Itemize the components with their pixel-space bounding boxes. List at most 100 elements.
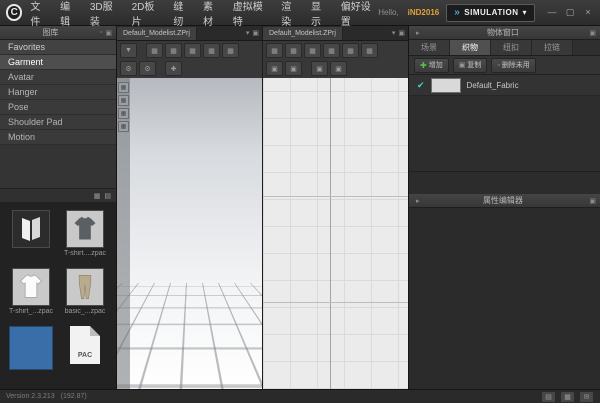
menu-2d-pattern[interactable]: 2D板片 (132, 0, 163, 28)
add-fabric-button[interactable]: ✚ 增加 (414, 58, 449, 73)
menu-avatar[interactable]: 虚拟模特 (233, 0, 270, 28)
select-tool-button[interactable]: ▦ (146, 43, 163, 58)
thumbnail-label: T-shirt_...zpac (9, 308, 53, 316)
pattern-guide-hline (263, 196, 408, 197)
menu-3d-garment[interactable]: 3D服装 (90, 0, 121, 28)
menu-material[interactable]: 素材 (203, 0, 222, 28)
fabric-swatch[interactable] (431, 78, 461, 93)
menu-display[interactable]: 显示 (311, 0, 330, 28)
object-window-header: ▸ 物体窗口 ▣ (409, 26, 600, 40)
object-window-tabs: 场景 织物 纽扣 拉链 (409, 40, 600, 56)
show-garment-button[interactable]: ▦ (118, 95, 129, 106)
menu-bar: 文件 编辑 3D服装 2D板片 缝纫 素材 虚拟模特 渲染 显示 偏好设置 (30, 0, 378, 28)
rectangle-tool-button[interactable]: ▦ (323, 43, 340, 58)
canvas-2d[interactable] (263, 78, 408, 389)
tab-menu-icon[interactable]: ▾ (392, 29, 396, 37)
open-door-icon (12, 210, 50, 248)
menu-sewing[interactable]: 缝纫 (173, 0, 192, 28)
move-tool-button[interactable]: ▦ (165, 43, 182, 58)
sync-button[interactable]: ✚ (165, 61, 182, 76)
tab-menu-icon[interactable]: ▾ (246, 29, 250, 37)
menu-edit[interactable]: 编辑 (60, 0, 79, 28)
library-item-avatar[interactable]: Avatar (0, 70, 116, 85)
tab-zipper[interactable]: 拉链 (532, 40, 573, 55)
gizmo-settings-button[interactable]: ⚙ (120, 61, 137, 76)
pattern-select-button[interactable]: ▦ (266, 43, 283, 58)
close-button[interactable]: × (582, 7, 594, 18)
menu-preferences[interactable]: 偏好设置 (341, 0, 378, 28)
thumbnail-pants[interactable]: basic_...zpac (58, 268, 112, 316)
check-icon[interactable]: ✔ (417, 80, 425, 91)
measure-tool-button[interactable]: ▦ (222, 43, 239, 58)
property-editor-float-icon[interactable]: ▣ (589, 197, 596, 205)
pants-thumb (66, 268, 104, 306)
viewport-3d-toolbar: ▼ ▦ ▦ ▦ ▦ ▦ ⚙ ⚙ ✚ (117, 41, 262, 79)
thumbnail-open-item[interactable] (4, 210, 58, 258)
fabric-action-buttons: ✚ 增加 ▣ 复制 ▫ 删除未用 (409, 56, 600, 75)
tab-button[interactable]: 纽扣 (491, 40, 532, 55)
list-view-icon[interactable]: ▤ (104, 192, 111, 200)
edit-sew-button[interactable]: ▣ (311, 61, 328, 76)
library-panel: 图库 ▫ ▣ Favorites Garment Avatar Hanger P… (0, 26, 117, 389)
show-seams-button[interactable]: ▦ (118, 108, 129, 119)
library-edit-icon[interactable]: ▫ (100, 29, 102, 36)
segment-sew-button[interactable]: ▣ (266, 61, 283, 76)
thumbnail-fabric-blue[interactable] (4, 326, 58, 380)
canvas-3d[interactable]: ▦ ▦ ▦ ▦ (117, 78, 262, 389)
show-avatar-button[interactable]: ▦ (118, 82, 129, 93)
fabric-list-item[interactable]: ✔ Default_Fabric (409, 75, 600, 96)
door-panels-icon (16, 214, 46, 244)
library-item-hanger[interactable]: Hanger (0, 85, 116, 100)
minimize-button[interactable]: — (546, 7, 558, 18)
toolbar-row: ⚙ ⚙ ✚ (120, 61, 259, 76)
library-item-pose[interactable]: Pose (0, 100, 116, 115)
viewport-3d-tab[interactable]: Default_Modelist.ZPrj (117, 27, 197, 40)
delete-label: 删除未用 (502, 60, 530, 70)
viewport-2d-tab[interactable]: Default_Modelist.ZPrj (263, 27, 343, 40)
property-editor-title: 属性编辑器 (420, 195, 587, 206)
simulation-chevrons-icon: » (454, 8, 460, 18)
library-dock-icon[interactable]: ▣ (105, 29, 112, 37)
library-item-shoulder-pad[interactable]: Shoulder Pad (0, 115, 116, 130)
simulate-dropdown-button[interactable]: ▼ (120, 43, 137, 58)
title-bar: C 文件 编辑 3D服装 2D板片 缝纫 素材 虚拟模特 渲染 显示 偏好设置 … (0, 0, 600, 26)
thumbnail-pac-file[interactable]: PAC (58, 326, 112, 380)
fold-tool-button[interactable]: ▦ (203, 43, 220, 58)
library-item-garment[interactable]: Garment (0, 55, 116, 70)
status-bar: Version 2.3.213 (192.87) ▤ ▦ ✉ (0, 389, 600, 403)
tab-scene[interactable]: 场景 (409, 40, 450, 55)
menu-render[interactable]: 渲染 (281, 0, 300, 28)
thumbnail-tshirt-dark[interactable]: T-shirt....zpac (58, 210, 112, 258)
dart-tool-button[interactable]: ▦ (342, 43, 359, 58)
viewport-3d: Default_Modelist.ZPrj ▾ ▣ ▼ ▦ ▦ ▦ ▦ ▦ ⚙ (117, 26, 262, 389)
tab-fabric[interactable]: 织物 (450, 40, 491, 55)
copy-fabric-button[interactable]: ▣ 复制 (453, 58, 488, 73)
free-sew-button[interactable]: ▣ (285, 61, 302, 76)
layout-left-icon[interactable]: ▤ (541, 391, 556, 403)
property-editor-header: ▸ 属性编辑器 ▣ (409, 194, 600, 208)
grid-view-icon[interactable]: ▦ (94, 192, 101, 200)
library-item-motion[interactable]: Motion (0, 130, 116, 145)
simulation-button[interactable]: » SIMULATION ▾ (446, 4, 535, 22)
maximize-button[interactable]: ▢ (564, 7, 576, 18)
render-settings-button[interactable]: ⚙ (139, 61, 156, 76)
simulation-dropdown-icon[interactable]: ▾ (522, 8, 527, 17)
delete-unused-button[interactable]: ▫ 删除未用 (491, 58, 535, 73)
pin-tool-button[interactable]: ▦ (184, 43, 201, 58)
pattern-edit-button[interactable]: ▦ (285, 43, 302, 58)
tab-float-icon[interactable]: ▣ (398, 29, 405, 37)
object-window-float-icon[interactable]: ▣ (589, 29, 596, 37)
show-pins-button[interactable]: ▦ (118, 121, 129, 132)
detach-sew-button[interactable]: ▣ (330, 61, 347, 76)
message-icon[interactable]: ✉ (579, 391, 594, 403)
layout-split-icon[interactable]: ▦ (560, 391, 575, 403)
thumbnail-tshirt-white[interactable]: T-shirt_...zpac (4, 268, 58, 316)
polygon-tool-button[interactable]: ▦ (304, 43, 321, 58)
library-item-favorites[interactable]: Favorites (0, 40, 116, 55)
viewport-2d-tabbar: Default_Modelist.ZPrj ▾ ▣ (263, 26, 408, 41)
username-label[interactable]: iND2016 (408, 8, 440, 17)
object-window-title: 物体窗口 (420, 27, 587, 38)
tab-float-icon[interactable]: ▣ (252, 29, 259, 37)
notch-tool-button[interactable]: ▦ (361, 43, 378, 58)
menu-file[interactable]: 文件 (30, 0, 49, 28)
